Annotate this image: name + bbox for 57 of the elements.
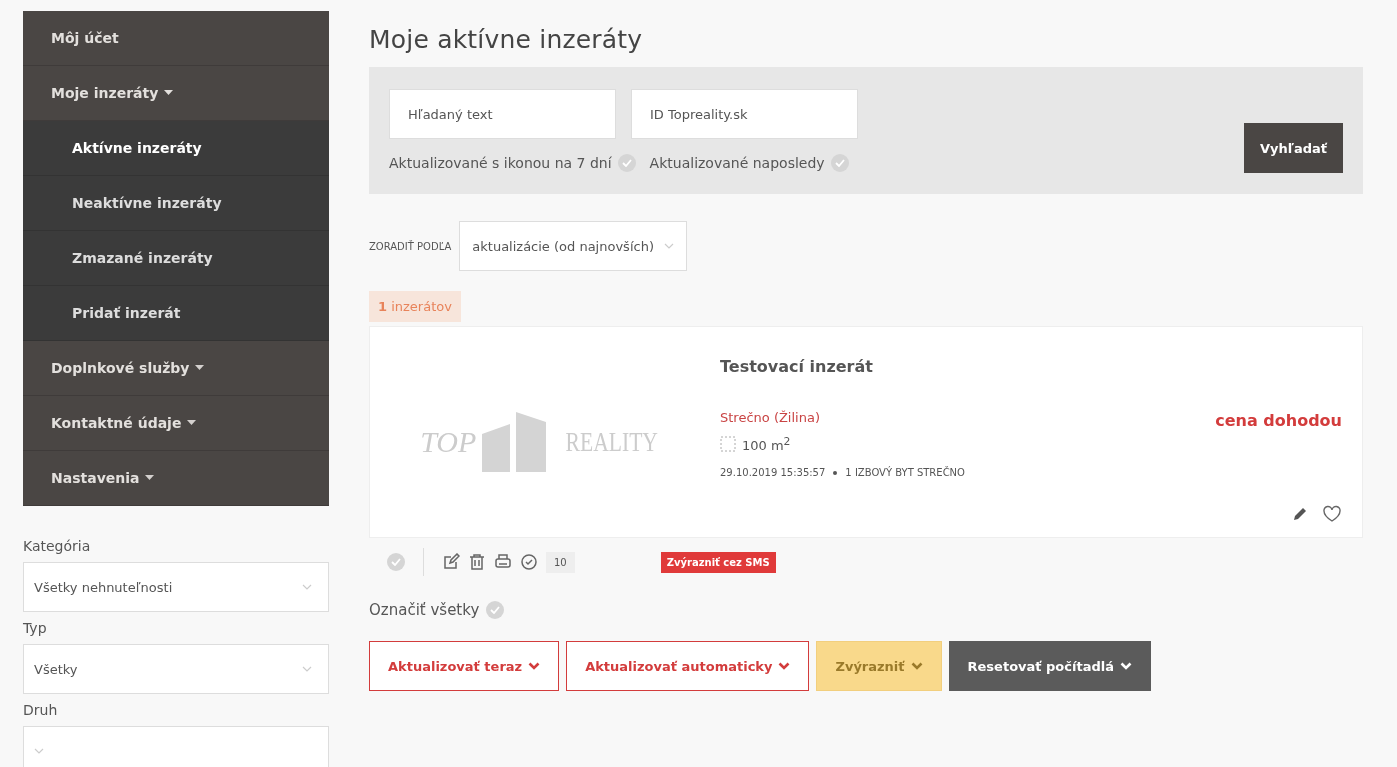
checkbox-label: Aktualizované s ikonou na 7 dní — [389, 155, 612, 171]
caret-icon — [187, 420, 197, 426]
check-icon[interactable] — [387, 553, 405, 571]
view-count: 10 — [546, 551, 575, 573]
action-button[interactable]: Aktualizovať automaticky — [566, 641, 810, 691]
listing-category: 1 IZBOVÝ BYT STREČNO — [845, 467, 965, 479]
listing-location: Strečno (Žilina) — [720, 410, 821, 425]
check-icon[interactable] — [617, 154, 636, 172]
page-title: Moje aktívne inzeráty — [369, 25, 644, 54]
area-icon — [720, 436, 736, 453]
filter-select[interactable]: Všetky nehnuteľnosti — [23, 562, 329, 612]
menu-item[interactable]: Kontaktné údaje — [23, 396, 329, 451]
filter-label: Typ — [23, 620, 48, 636]
action-button[interactable]: Aktualizovať teraz — [369, 641, 560, 691]
checkbox-label: Aktualizované naposledy — [649, 155, 825, 171]
edit-icon[interactable] — [442, 553, 460, 571]
filter-select[interactable]: Všetky — [23, 644, 329, 694]
caret-icon — [195, 365, 205, 371]
submenu-item[interactable]: Pridať inzerát — [23, 286, 329, 341]
result-count: 1 inzerátov — [369, 291, 461, 322]
submenu-item[interactable]: Neaktívne inzeráty — [23, 176, 329, 231]
chevron-icon — [778, 661, 791, 671]
check-icon[interactable] — [830, 154, 849, 172]
filter-label: Kategória — [23, 538, 92, 554]
sms-highlight-button[interactable]: Zvýrazniť cez SMS — [660, 551, 776, 573]
filter-label: Druh — [23, 702, 59, 718]
action-button[interactable]: Resetovať počítadlá — [948, 641, 1151, 691]
search-button[interactable]: Vyhľadať — [1243, 123, 1343, 173]
menu-item[interactable]: Doplnkové služby — [23, 341, 329, 396]
check-icon[interactable] — [486, 601, 505, 619]
chevron-icon — [528, 661, 541, 671]
sort-label: ZORADIŤ PODĽA — [369, 240, 452, 252]
search-text-field[interactable]: Hľadaný text — [389, 89, 616, 139]
menu-item[interactable]: Môj účet — [23, 11, 329, 66]
select-all-label: Označiť všetky — [369, 601, 480, 619]
sort-select[interactable]: aktualizácie (od najnovších) — [459, 221, 687, 271]
caret-icon — [145, 475, 155, 481]
chevron-icon — [302, 666, 312, 672]
listing-date: 29.10.2019 15:35:57 — [720, 467, 826, 479]
menu-item[interactable]: Nastavenia — [23, 451, 329, 506]
id-field[interactable]: ID Topreality.sk — [631, 89, 858, 139]
bullet-icon — [833, 470, 838, 475]
listing-area: 100 m$^{2}$ — [742, 435, 791, 454]
caret-icon — [164, 90, 174, 96]
trash-icon[interactable] — [468, 553, 486, 571]
submenu-item[interactable]: Zmazané inzeráty — [23, 231, 329, 286]
listing-price: cena dohodou — [1215, 411, 1342, 430]
listing-title[interactable]: Testovací inzerát — [720, 357, 1216, 376]
chevron-icon — [663, 243, 674, 249]
chevron-icon — [302, 584, 312, 590]
submenu-item[interactable]: Aktívne inzeráty — [23, 121, 329, 176]
printer-icon[interactable] — [494, 553, 512, 571]
chevron-icon — [910, 661, 923, 671]
pencil-icon[interactable] — [1292, 506, 1308, 522]
chevron-icon — [1120, 661, 1132, 671]
chevron-icon — [34, 748, 44, 754]
heart-icon[interactable] — [1322, 505, 1342, 523]
